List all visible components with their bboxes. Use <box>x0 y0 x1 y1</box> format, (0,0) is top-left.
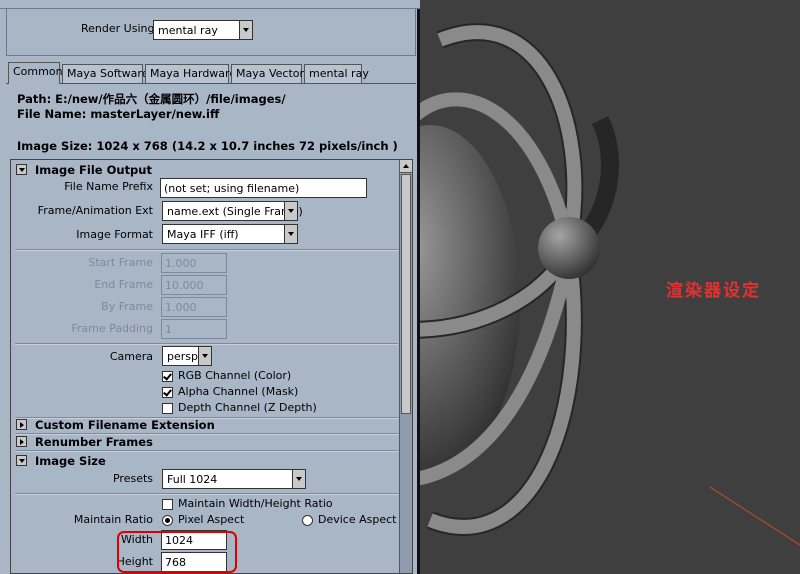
maintain-wh-ratio-checkbox[interactable] <box>162 499 173 510</box>
alpha-channel-checkbox[interactable] <box>162 387 173 398</box>
image-size-header[interactable]: Image Size <box>13 454 398 469</box>
render-using-value: mental ray <box>158 24 218 37</box>
tab-maya-vector[interactable]: Maya Vector <box>231 64 304 83</box>
divider <box>15 493 398 495</box>
chevron-down-icon <box>284 202 297 220</box>
depth-channel-label: Depth Channel (Z Depth) <box>178 401 317 414</box>
custom-filename-extension-title: Custom Filename Extension <box>35 418 215 432</box>
frame-padding-input: 1 <box>161 319 227 339</box>
tab-maya-software[interactable]: Maya Software <box>62 64 148 83</box>
by-frame-input: 1.000 <box>161 297 227 317</box>
file-name-prefix-value: (not set; using filename) <box>164 182 300 195</box>
frame-animation-ext-dropdown[interactable]: name.ext (Single Frame) <box>162 201 303 221</box>
device-aspect-label: Device Aspect <box>318 513 397 526</box>
maintain-ratio-label: Maintain Ratio <box>73 513 153 526</box>
end-frame-value: 10.000 <box>165 279 204 292</box>
image-file-output-header[interactable]: Image File Output <box>13 163 398 178</box>
settings-scroll-area[interactable]: Image File Output File Name Prefix (not … <box>10 159 413 574</box>
divider <box>15 249 398 251</box>
custom-filename-extension-header[interactable]: Custom Filename Extension <box>13 418 398 433</box>
divider <box>15 450 398 452</box>
collapse-arrow-icon <box>16 455 27 466</box>
tab-divider <box>6 83 416 84</box>
file-name-prefix-input[interactable]: (not set; using filename) <box>160 178 367 198</box>
camera-dropdown[interactable]: persp <box>162 346 212 366</box>
rgb-channel-label: RGB Channel (Color) <box>178 369 292 382</box>
end-frame-label: End Frame <box>94 278 153 291</box>
divider <box>15 343 398 345</box>
frame-animation-ext-label: Frame/Animation Ext <box>37 204 153 217</box>
chevron-down-icon <box>284 225 297 243</box>
tab-maya-hardware[interactable]: Maya Hardware <box>145 64 236 83</box>
render-using-box: Render Using mental ray <box>6 8 416 56</box>
image-format-dropdown[interactable]: Maya IFF (iff) <box>162 224 298 244</box>
start-frame-value: 1.000 <box>165 257 197 270</box>
presets-dropdown[interactable]: Full 1024 <box>162 469 306 489</box>
alpha-channel-label: Alpha Channel (Mask) <box>178 385 299 398</box>
annotation-label: 渲染器设定 <box>666 281 761 301</box>
renumber-frames-header[interactable]: Renumber Frames <box>13 435 398 450</box>
frame-padding-label: Frame Padding <box>71 322 153 335</box>
tab-common[interactable]: Common <box>8 62 63 84</box>
expand-arrow-icon <box>16 419 27 430</box>
image-size-title: Image Size <box>35 454 106 468</box>
render-using-label: Render Using <box>81 22 155 35</box>
image-file-output-title: Image File Output <box>35 163 152 177</box>
scroll-up-icon[interactable] <box>400 160 412 173</box>
render-using-dropdown[interactable]: mental ray <box>153 20 253 40</box>
render-settings-panel: Render Using mental ray Common Maya Soft… <box>0 0 420 574</box>
start-frame-label: Start Frame <box>88 256 153 269</box>
camera-label: Camera <box>109 350 153 363</box>
rgb-channel-checkbox[interactable] <box>162 371 173 382</box>
chevron-down-icon <box>198 347 211 365</box>
start-frame-input: 1.000 <box>161 253 227 273</box>
width-height-highlight <box>117 531 237 573</box>
expand-arrow-icon <box>16 436 27 447</box>
presets-value: Full 1024 <box>167 473 218 486</box>
pixel-aspect-radio[interactable] <box>162 515 173 526</box>
depth-channel-checkbox[interactable] <box>162 403 173 414</box>
pixel-aspect-label: Pixel Aspect <box>178 513 245 526</box>
tab-mental-ray[interactable]: mental ray <box>304 64 369 83</box>
by-frame-label: By Frame <box>101 300 153 313</box>
image-format-value: Maya IFF (iff) <box>167 228 239 241</box>
maintain-wh-ratio-label: Maintain Width/Height Ratio <box>178 497 333 510</box>
chevron-down-icon <box>292 470 305 488</box>
file-name-prefix-label: File Name Prefix <box>64 180 153 193</box>
collapse-arrow-icon <box>16 164 27 175</box>
output-file-name: File Name: masterLayer/new.iff <box>17 107 220 121</box>
end-frame-input: 10.000 <box>161 275 227 295</box>
output-path: Path: E:/new/作品六（金属圆环）/file/images/ <box>17 92 286 106</box>
device-aspect-radio[interactable] <box>302 515 313 526</box>
image-size-summary: Image Size: 1024 x 768 (14.2 x 10.7 inch… <box>17 139 398 153</box>
presets-label: Presets <box>112 472 153 485</box>
frame-animation-ext-value: name.ext (Single Frame) <box>167 205 303 218</box>
scroll-thumb[interactable] <box>401 174 411 414</box>
renumber-frames-title: Renumber Frames <box>35 435 153 449</box>
camera-value: persp <box>167 350 198 363</box>
chevron-down-icon <box>239 21 252 39</box>
frame-padding-value: 1 <box>165 323 172 336</box>
by-frame-value: 1.000 <box>165 301 197 314</box>
image-format-label: Image Format <box>76 228 153 241</box>
vertical-scrollbar[interactable] <box>399 160 412 573</box>
